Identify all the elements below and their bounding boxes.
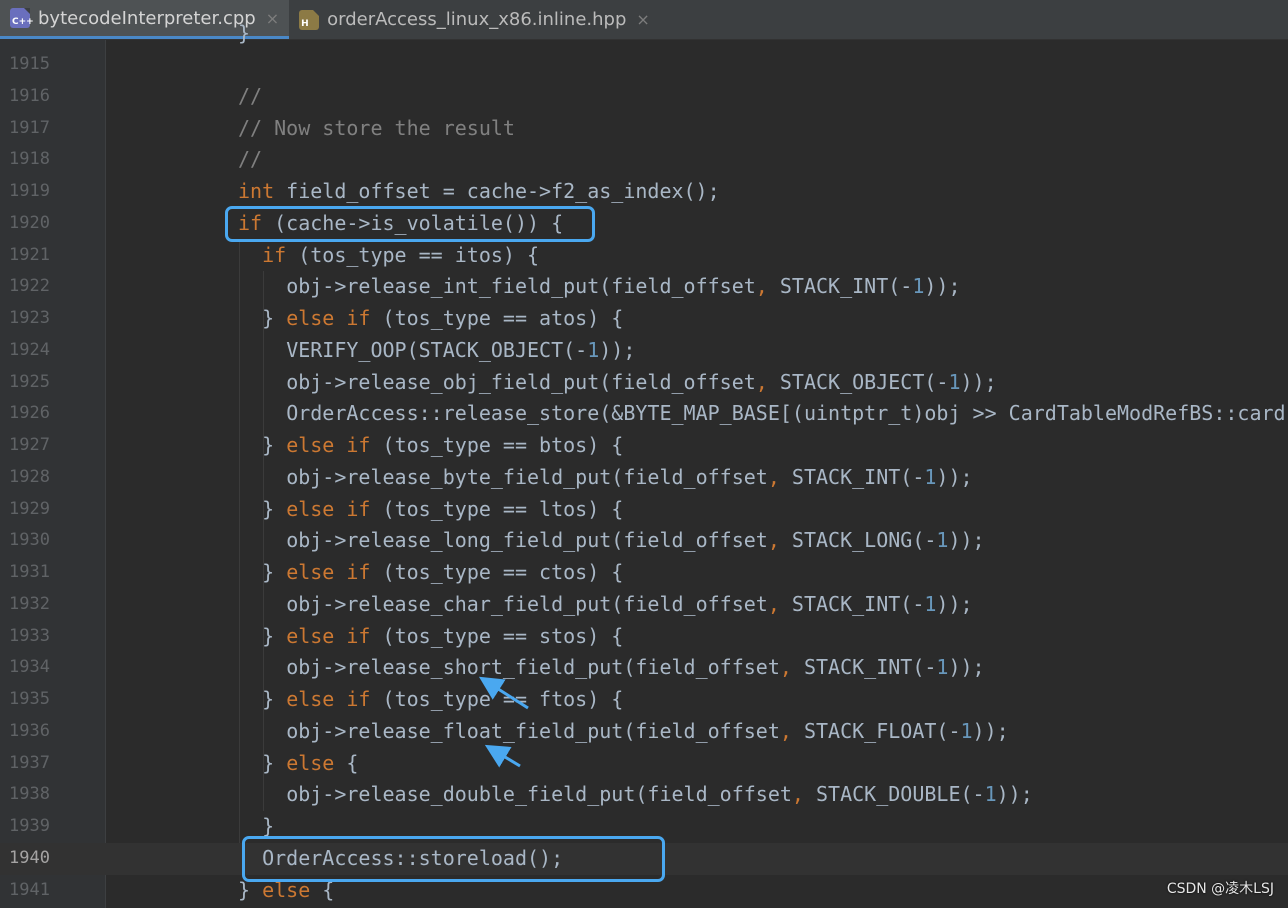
code-line[interactable]: 1925 obj->release_obj_field_put(field_off…: [0, 367, 1288, 399]
line-number: 1931: [9, 562, 50, 582]
code-line[interactable]: 1936 obj->release_float_field_put(field_o…: [0, 716, 1288, 748]
code-text: } else if (tos_type == atos) {: [262, 306, 624, 330]
code-text: } else {: [262, 750, 359, 775]
code-line[interactable]: 1920 if (cache->is_volatile()) {: [0, 208, 1288, 240]
code-line[interactable]: 1931 } else if (tos_type == ctos) {: [0, 557, 1288, 589]
tab-label: bytecodeInterpreter.cpp: [38, 7, 256, 29]
line-number: 1930: [9, 530, 50, 551]
line-number: 1935: [9, 689, 50, 709]
code-text: obj->release_char_field_put(field_offset…: [286, 591, 973, 616]
code-text: } else if (tos_type == ctos) {: [262, 560, 624, 584]
code-text: // Now store the result: [238, 115, 515, 140]
code-line[interactable]: 1935 } else if (tos_type == ftos) {: [0, 684, 1288, 716]
code-line[interactable]: 1921 if (tos_type == itos) {: [0, 240, 1288, 272]
code-text: obj->release_byte_field_put(field_offset…: [286, 464, 973, 489]
code-text: OrderAccess::release_store(&BYTE_MAP_BAS…: [286, 401, 1286, 426]
code-editor[interactable]: } 1915 1916//1917// Now store the result 1…: [0, 21, 1288, 908]
code-line[interactable]: 1917 // Now store the result: [0, 113, 1288, 145]
line-number: 1919: [9, 181, 50, 201]
line-number: 1940: [9, 847, 50, 868]
code-text: } else if (tos_type == ltos) {: [262, 496, 624, 521]
partial-top-line: }: [238, 21, 251, 45]
code-text: obj->release_float_field_put(field_offse…: [286, 718, 1009, 743]
line-number: 1937: [9, 752, 50, 773]
line-number: 1926: [9, 403, 50, 424]
watermark: CSDN @凌木LSJ: [1166, 881, 1274, 897]
line-number: 1932: [9, 593, 50, 614]
cpp-file-icon: C++: [10, 8, 34, 28]
code-line[interactable]: 1938 obj->release_double_field_put(field_…: [0, 779, 1288, 811]
code-line[interactable]: 1923 } else if (tos_type == atos) {: [0, 303, 1288, 335]
code-text: obj->release_short_field_put(field_offse…: [286, 655, 985, 680]
code-line[interactable]: 1932 obj->release_char_field_put(field_of…: [0, 589, 1288, 621]
hpp-file-icon: H: [299, 9, 320, 30]
code-text: //: [238, 147, 263, 172]
close-tab-icon[interactable]: ×: [636, 10, 649, 29]
line-number: 1934: [9, 657, 50, 678]
code-text: obj->release_long_field_put(field_offset…: [286, 528, 985, 553]
code-line[interactable]: 1928 obj->release_byte_field_put(field_of…: [0, 462, 1288, 494]
line-number: 1928: [9, 466, 50, 487]
line-number: 1929: [9, 498, 50, 519]
code-text: if (tos_type == itos) {: [262, 242, 540, 267]
code-line[interactable]: 1929 } else if (tos_type == ltos) {: [0, 494, 1288, 526]
code-text: VERIFY_OOP(STACK_OBJECT(-1));: [286, 337, 636, 362]
line-number: 1936: [9, 720, 50, 741]
tab-label: orderAccess_linux_x86.inline.hpp: [327, 9, 627, 30]
indent-guide: [263, 271, 265, 811]
code-text: int field_offset = cache->f2_as_index();: [238, 179, 720, 203]
highlight-box-storeload: [242, 836, 665, 882]
line-number: 1938: [9, 784, 50, 805]
code-text: obj->release_obj_field_put(field_offset,…: [286, 369, 997, 394]
code-line[interactable]: 1930 obj->release_long_field_put(field_of…: [0, 525, 1288, 557]
code-line[interactable]: 1937 } else {: [0, 748, 1288, 780]
code-line[interactable]: 1924 VERIFY_OOP(STACK_OBJECT(-1));: [0, 335, 1288, 367]
code-line[interactable]: 1922 obj->release_int_field_put(field_off…: [0, 271, 1288, 303]
code-line[interactable]: 1915: [0, 49, 1288, 81]
line-number: 1939: [9, 816, 50, 836]
indent-guide: [239, 239, 240, 843]
code-line[interactable]: 1927 } else if (tos_type == btos) {: [0, 430, 1288, 462]
line-number: 1921: [9, 244, 50, 265]
line-number: 1927: [9, 435, 50, 455]
line-number: 1923: [9, 308, 50, 328]
close-tab-icon[interactable]: ×: [266, 9, 279, 28]
tab-order-access-hpp[interactable]: HorderAccess_linux_x86.inline.hpp ×: [289, 0, 660, 39]
line-number: 1918: [9, 149, 50, 170]
line-number: 1920: [9, 212, 50, 233]
line-number: 1941: [9, 879, 50, 900]
line-number: 1924: [9, 339, 50, 360]
code-text: } else if (tos_type == ftos) {: [262, 687, 624, 711]
code-text: //: [238, 83, 263, 108]
code-text: } else if (tos_type == stos) {: [262, 623, 624, 648]
line-number: 1933: [9, 625, 50, 646]
code-line[interactable]: 1926 OrderAccess::release_store(&BYTE_MAP…: [0, 398, 1288, 430]
line-number: 1917: [9, 117, 50, 138]
code-text: obj->release_double_field_put(field_offs…: [286, 782, 1033, 807]
line-number: 1915: [9, 54, 50, 74]
code-line[interactable]: 1916 //: [0, 81, 1288, 113]
highlight-box-volatile-check: [225, 206, 595, 242]
line-number: 1922: [9, 276, 50, 297]
code-line[interactable]: 1918 //: [0, 144, 1288, 176]
editor-tab-bar: C++ bytecodeInterpreter.cpp × HorderAccess_…: [0, 0, 1288, 40]
code-line[interactable]: 1934 obj->release_short_field_put(field_o…: [0, 652, 1288, 684]
line-number: 1925: [9, 371, 50, 392]
line-number: 1916: [9, 85, 50, 106]
code-text: } else if (tos_type == btos) {: [262, 433, 624, 457]
code-line[interactable]: 1933 } else if (tos_type == stos) {: [0, 621, 1288, 653]
code-text: obj->release_int_field_put(field_offset,…: [286, 274, 961, 299]
code-line[interactable]: 1919 int field_offset = cache->f2_as_inde…: [0, 176, 1288, 208]
